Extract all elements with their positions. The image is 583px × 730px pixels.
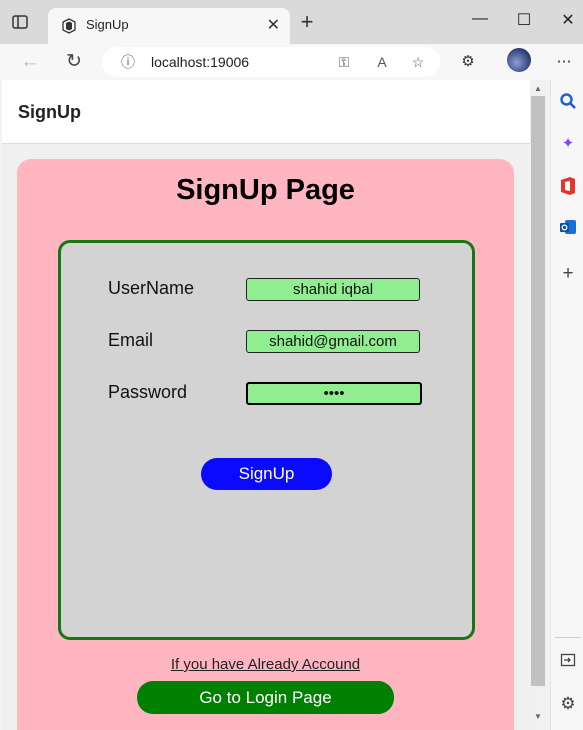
username-field[interactable]: shahid iqbal: [246, 278, 420, 301]
minimize-button[interactable]: —: [470, 10, 490, 28]
browser-toolbar: ← ↻ ⓘ localhost:19006 ⚿ A ☆ ⚙ ⋯: [0, 44, 583, 80]
extensions-icon[interactable]: ⚙: [458, 52, 478, 72]
more-icon[interactable]: ⋯: [554, 52, 574, 72]
header-title: SignUp: [18, 102, 81, 122]
info-icon[interactable]: ⓘ: [118, 52, 138, 72]
scroll-thumb[interactable]: [531, 96, 545, 686]
read-aloud-icon[interactable]: A: [372, 52, 392, 72]
password-field[interactable]: ••••: [246, 382, 422, 405]
sidebar-divider: [555, 637, 581, 638]
password-label: Password: [108, 382, 188, 402]
profile-avatar[interactable]: [507, 48, 531, 72]
go-to-login-button[interactable]: Go to Login Page: [137, 681, 394, 714]
username-label: UserName: [108, 278, 195, 298]
outlook-icon[interactable]: [558, 218, 578, 238]
signup-card: SignUp Page UserName shahid iqbal Email …: [17, 159, 514, 730]
email-label: Email: [108, 330, 154, 350]
office-icon[interactable]: [558, 176, 578, 196]
search-icon[interactable]: [558, 92, 578, 112]
page-title: SignUp Page: [176, 174, 355, 206]
add-icon[interactable]: +: [558, 264, 578, 284]
tab-strip: SignUp ✕ + — ☐ ✕: [0, 0, 583, 44]
add-favorite-icon[interactable]: ☆: [408, 52, 428, 72]
settings-icon[interactable]: ⚙: [558, 694, 578, 714]
browser-sidebar: ✦ + ⚙: [550, 80, 583, 730]
url-text: localhost:19006: [151, 54, 250, 70]
close-window-button[interactable]: ✕: [558, 10, 578, 30]
tab-title: SignUp: [86, 17, 129, 32]
scroll-up-icon[interactable]: ▲: [532, 84, 544, 93]
maximize-button[interactable]: ☐: [514, 10, 534, 30]
copilot-icon[interactable]: ✦: [558, 134, 578, 154]
page-viewport: SignUp SignUp Page UserName shahid iqbal…: [2, 80, 530, 730]
login-prompt-link[interactable]: If you have Already Accound: [17, 656, 514, 673]
address-bar[interactable]: ⓘ localhost:19006 ⚿ A ☆: [102, 47, 440, 77]
sidebar-toggle-icon[interactable]: [558, 652, 578, 672]
scroll-down-icon[interactable]: ▼: [532, 712, 544, 721]
browser-tab[interactable]: SignUp ✕: [48, 8, 290, 44]
signup-button[interactable]: SignUp: [201, 458, 332, 490]
refresh-icon[interactable]: ↻: [60, 48, 88, 76]
app-favicon: [61, 18, 77, 34]
tab-actions-icon[interactable]: [10, 12, 30, 32]
page-scrollbar[interactable]: ▲ ▼: [530, 80, 548, 730]
email-field[interactable]: shahid@gmail.com: [246, 330, 420, 353]
app-header: SignUp: [2, 80, 530, 144]
close-tab-icon[interactable]: ✕: [267, 15, 280, 35]
key-icon[interactable]: ⚿: [334, 52, 354, 72]
signup-form: UserName shahid iqbal Email shahid@gmail…: [58, 240, 475, 640]
back-icon[interactable]: ←: [16, 48, 44, 76]
new-tab-button[interactable]: +: [296, 9, 318, 35]
